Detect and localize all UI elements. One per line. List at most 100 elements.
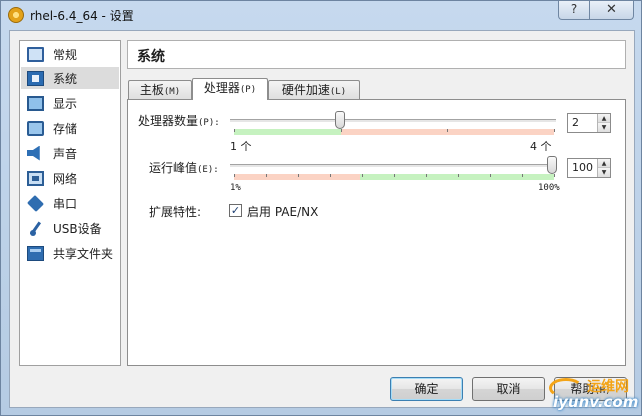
extended-features-label: 扩展特性: bbox=[149, 205, 202, 219]
tab-label: 硬件加速 bbox=[281, 83, 330, 97]
spin-buttons: ▲ ▼ bbox=[597, 159, 610, 177]
spin-up-arrow-icon[interactable]: ▲ bbox=[598, 114, 610, 123]
help-button-mnemonic: (H) bbox=[594, 386, 611, 396]
execution-cap-label: 运行峰值(E): bbox=[149, 159, 219, 176]
slider-tick bbox=[298, 174, 299, 177]
slider-tick bbox=[394, 174, 395, 177]
slider-tick bbox=[234, 129, 235, 132]
tab-motherboard[interactable]: 主板(M) bbox=[128, 80, 192, 100]
tab-mnemonic: (P) bbox=[239, 85, 257, 95]
virtualbox-app-icon bbox=[8, 7, 24, 23]
sidebar-item-label: 串口 bbox=[53, 196, 78, 211]
execution-cap-label-text: 运行峰值 bbox=[149, 161, 198, 175]
pae-nx-checkbox[interactable]: ✓ bbox=[229, 204, 242, 217]
slider-tick bbox=[426, 174, 427, 177]
title-bar: rhel-6.4_64 - 设置 ? ✕ bbox=[1, 1, 641, 29]
sidebar-item-usb[interactable]: USB设备 bbox=[21, 217, 119, 239]
serial-port-icon bbox=[27, 194, 44, 212]
slider-tick bbox=[554, 174, 555, 177]
tab-acceleration[interactable]: 硬件加速(L) bbox=[268, 80, 360, 100]
tab-mnemonic: (L) bbox=[329, 87, 347, 97]
system-icon bbox=[27, 70, 44, 86]
tab-mnemonic: (M) bbox=[163, 87, 181, 97]
sidebar-item-audio[interactable]: 声音 bbox=[21, 142, 119, 164]
spin-down-arrow-icon[interactable]: ▼ bbox=[598, 168, 610, 177]
network-icon bbox=[27, 170, 44, 186]
processor-count-range-bar bbox=[234, 129, 555, 135]
processor-count-spinbox[interactable]: 2 ▲ ▼ bbox=[567, 113, 611, 133]
help-title-button[interactable]: ? bbox=[558, 1, 590, 20]
execution-cap-max-label: 100% bbox=[538, 183, 560, 193]
execution-cap-spinbox[interactable]: 100 ▲ ▼ bbox=[567, 158, 611, 178]
close-icon: ✕ bbox=[606, 2, 617, 17]
tab-label: 处理器 bbox=[203, 81, 240, 95]
processor-count-max-label: 4 个 bbox=[530, 138, 552, 154]
sidebar-item-label: 系统 bbox=[53, 71, 78, 86]
execution-cap-value: 100 bbox=[572, 161, 593, 174]
processor-count-label-text: 处理器数量 bbox=[138, 114, 199, 128]
general-icon bbox=[27, 46, 44, 62]
spin-down-arrow-icon[interactable]: ▼ bbox=[598, 123, 610, 132]
shared-folder-icon bbox=[27, 245, 44, 261]
sidebar-item-network[interactable]: 网络 bbox=[21, 167, 119, 189]
page-title-box: 系统 bbox=[127, 40, 626, 69]
execution-cap-range-bar bbox=[234, 174, 555, 180]
slider-tick bbox=[362, 174, 363, 177]
tab-label: 主板 bbox=[139, 83, 164, 97]
slider-tick bbox=[266, 174, 267, 177]
window-title: rhel-6.4_64 - 设置 bbox=[30, 9, 134, 23]
range-segment bbox=[234, 129, 341, 135]
execution-cap-min-label: 1% bbox=[230, 183, 241, 193]
processor-count-label: 处理器数量(P): bbox=[138, 112, 220, 129]
range-segment bbox=[360, 174, 554, 180]
sidebar-item-label: 网络 bbox=[53, 171, 78, 186]
help-button-label: 帮助 bbox=[570, 382, 595, 396]
settings-window: rhel-6.4_64 - 设置 ? ✕ 常规 系统 显示 存储 声音 网络 串… bbox=[0, 0, 642, 416]
execution-cap-mnemonic: (E): bbox=[197, 165, 219, 175]
sidebar-item-shared-folders[interactable]: 共享文件夹 bbox=[21, 242, 119, 264]
processor-tab-panel: 处理器数量(P): 1 个 4 个 2 ▲ ▼ 运行峰值(E): 1% 100%… bbox=[127, 99, 626, 366]
slider-tick bbox=[490, 174, 491, 177]
processor-count-min-label: 1 个 bbox=[230, 138, 252, 154]
execution-cap-slider-thumb[interactable] bbox=[547, 156, 557, 174]
ok-button[interactable]: 确定 bbox=[390, 377, 463, 401]
processor-count-max-text: 4 个 bbox=[530, 140, 552, 153]
slider-tick bbox=[458, 174, 459, 177]
storage-icon bbox=[27, 120, 44, 136]
sidebar-item-label: USB设备 bbox=[53, 221, 102, 236]
sidebar-item-label: 共享文件夹 bbox=[53, 246, 114, 261]
pae-nx-label[interactable]: 启用 PAE/NX bbox=[247, 203, 318, 220]
sidebar-item-label: 常规 bbox=[53, 47, 78, 62]
sidebar-item-label: 声音 bbox=[53, 146, 78, 161]
slider-tick bbox=[522, 174, 523, 177]
slider-tick bbox=[341, 129, 342, 132]
settings-sidebar: 常规 系统 显示 存储 声音 网络 串口 USB设备 共享文件夹 bbox=[19, 40, 121, 366]
close-button[interactable]: ✕ bbox=[589, 1, 634, 20]
range-segment bbox=[234, 174, 360, 180]
processor-count-slider-track[interactable] bbox=[230, 119, 556, 123]
display-icon bbox=[27, 95, 44, 111]
dialog-client-area: 常规 系统 显示 存储 声音 网络 串口 USB设备 共享文件夹 系统 主板(M… bbox=[9, 30, 635, 408]
slider-tick bbox=[554, 129, 555, 132]
sidebar-item-system[interactable]: 系统 bbox=[21, 67, 119, 89]
tab-processor[interactable]: 处理器(P) bbox=[192, 78, 268, 100]
help-button[interactable]: 帮助(H) bbox=[554, 377, 627, 401]
sidebar-item-general[interactable]: 常规 bbox=[21, 43, 119, 65]
processor-count-mnemonic: (P): bbox=[198, 118, 220, 128]
usb-icon bbox=[27, 221, 44, 236]
slider-tick bbox=[330, 174, 331, 177]
checkmark-icon: ✓ bbox=[230, 204, 241, 217]
processor-count-value: 2 bbox=[572, 116, 579, 129]
execution-cap-slider-track[interactable] bbox=[230, 164, 556, 168]
slider-tick bbox=[234, 174, 235, 177]
audio-icon bbox=[27, 145, 40, 161]
sidebar-item-serial-port[interactable]: 串口 bbox=[21, 192, 119, 214]
sidebar-item-display[interactable]: 显示 bbox=[21, 92, 119, 114]
processor-count-slider-thumb[interactable] bbox=[335, 111, 345, 129]
page-title: 系统 bbox=[137, 49, 165, 65]
cancel-button[interactable]: 取消 bbox=[472, 377, 545, 401]
processor-count-min-text: 1 个 bbox=[230, 140, 252, 153]
sidebar-item-storage[interactable]: 存储 bbox=[21, 117, 119, 139]
spin-up-arrow-icon[interactable]: ▲ bbox=[598, 159, 610, 168]
spin-buttons: ▲ ▼ bbox=[597, 114, 610, 132]
